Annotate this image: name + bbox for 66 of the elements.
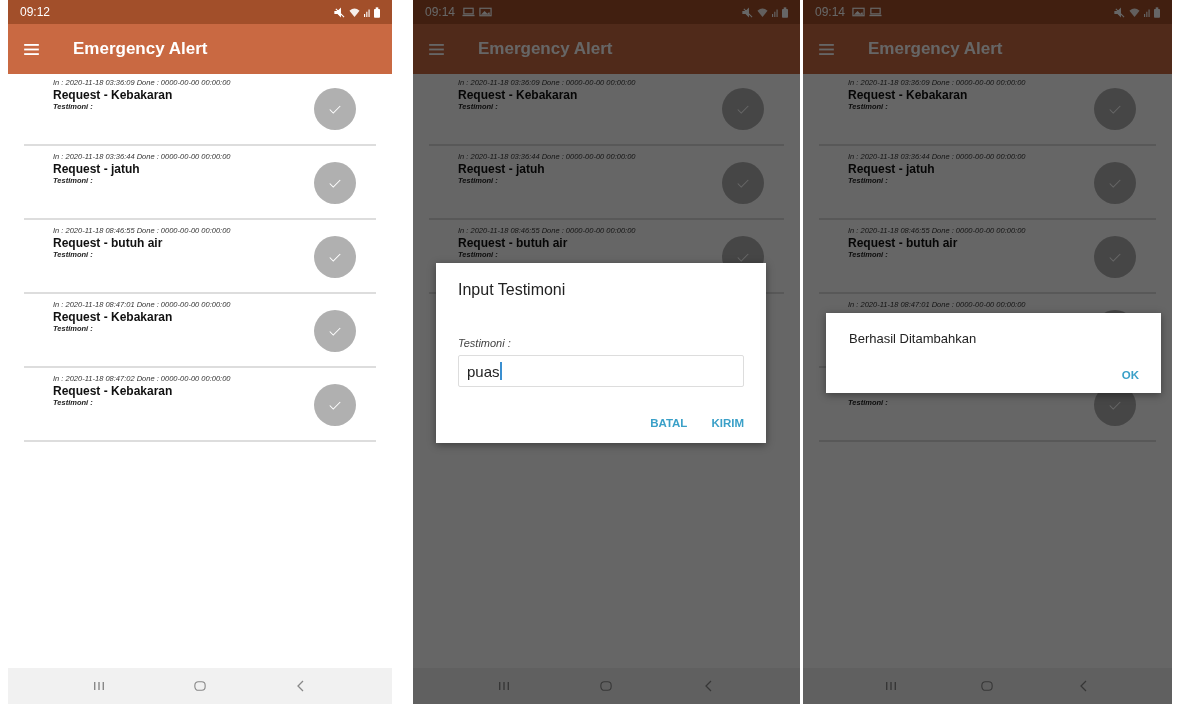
app-title: Emergency Alert bbox=[73, 39, 208, 59]
wifi-icon bbox=[757, 6, 768, 18]
home-icon[interactable] bbox=[981, 680, 994, 692]
home-icon[interactable] bbox=[600, 680, 613, 692]
request-title: Request - butuh air bbox=[458, 236, 568, 250]
check-icon bbox=[736, 177, 750, 189]
image-icon bbox=[479, 7, 493, 17]
request-title: Request - Kebakaran bbox=[458, 88, 578, 102]
check-button[interactable] bbox=[722, 162, 764, 204]
recent-apps-icon[interactable] bbox=[92, 680, 105, 692]
testimoni-field[interactable]: puas bbox=[458, 355, 744, 387]
field-label: Testimoni : bbox=[458, 337, 512, 349]
battery-icon bbox=[374, 6, 380, 18]
check-icon bbox=[1108, 251, 1122, 263]
dialog-message: Berhasil Ditambahkan bbox=[849, 331, 978, 346]
check-icon bbox=[328, 251, 342, 263]
request-title: Request - Kebakaran bbox=[848, 88, 968, 102]
recent-apps-icon[interactable] bbox=[498, 680, 511, 692]
app-title: Emergency Alert bbox=[478, 39, 613, 59]
battery-icon bbox=[1154, 6, 1160, 18]
check-icon bbox=[328, 177, 342, 189]
check-icon bbox=[328, 325, 342, 337]
request-title: Request - Kebakaran bbox=[53, 384, 173, 398]
battery-icon bbox=[782, 6, 788, 18]
laptop-icon bbox=[869, 7, 883, 17]
check-button[interactable] bbox=[314, 310, 356, 352]
dialog-button[interactable]: KIRIM bbox=[711, 417, 744, 429]
check-button[interactable] bbox=[314, 88, 356, 130]
request-title: Request - Kebakaran bbox=[53, 88, 173, 102]
dialog-button[interactable]: BATAL bbox=[650, 417, 688, 429]
status-time: 09:12 bbox=[20, 5, 51, 19]
request-title: Request - Kebakaran bbox=[53, 310, 173, 324]
laptop-icon bbox=[462, 7, 476, 17]
check-button[interactable] bbox=[314, 236, 356, 278]
request-title: Request - jatuh bbox=[458, 162, 545, 176]
mute-icon bbox=[1114, 6, 1125, 18]
home-icon[interactable] bbox=[194, 680, 206, 692]
mute-icon bbox=[742, 6, 753, 18]
check-button[interactable] bbox=[1094, 88, 1136, 130]
check-icon bbox=[328, 399, 342, 411]
request-title: Request - butuh air bbox=[848, 236, 958, 250]
check-icon bbox=[1108, 177, 1122, 189]
mute-icon bbox=[334, 6, 345, 18]
image-icon bbox=[852, 7, 866, 17]
app-title: Emergency Alert bbox=[868, 39, 1003, 59]
status-time: 09:14 bbox=[815, 5, 846, 19]
menu-icon[interactable] bbox=[819, 43, 834, 55]
request-title: Request - jatuh bbox=[53, 162, 140, 176]
recent-apps-icon[interactable] bbox=[885, 680, 898, 692]
check-button[interactable] bbox=[314, 162, 356, 204]
check-icon bbox=[1108, 399, 1122, 411]
check-icon bbox=[1108, 103, 1122, 115]
check-button[interactable] bbox=[314, 384, 356, 426]
wifi-icon bbox=[1129, 6, 1140, 18]
check-button[interactable] bbox=[1094, 236, 1136, 278]
request-title: Request - jatuh bbox=[848, 162, 935, 176]
check-button[interactable] bbox=[1094, 162, 1136, 204]
wifi-icon bbox=[349, 6, 360, 18]
menu-icon[interactable] bbox=[429, 43, 444, 55]
menu-icon[interactable] bbox=[24, 43, 39, 55]
status-time: 09:14 bbox=[425, 5, 456, 19]
request-title: Request - butuh air bbox=[53, 236, 163, 250]
check-button[interactable] bbox=[722, 88, 764, 130]
check-icon bbox=[736, 103, 750, 115]
dialog-button[interactable]: OK bbox=[1121, 369, 1139, 381]
check-icon bbox=[328, 103, 342, 115]
